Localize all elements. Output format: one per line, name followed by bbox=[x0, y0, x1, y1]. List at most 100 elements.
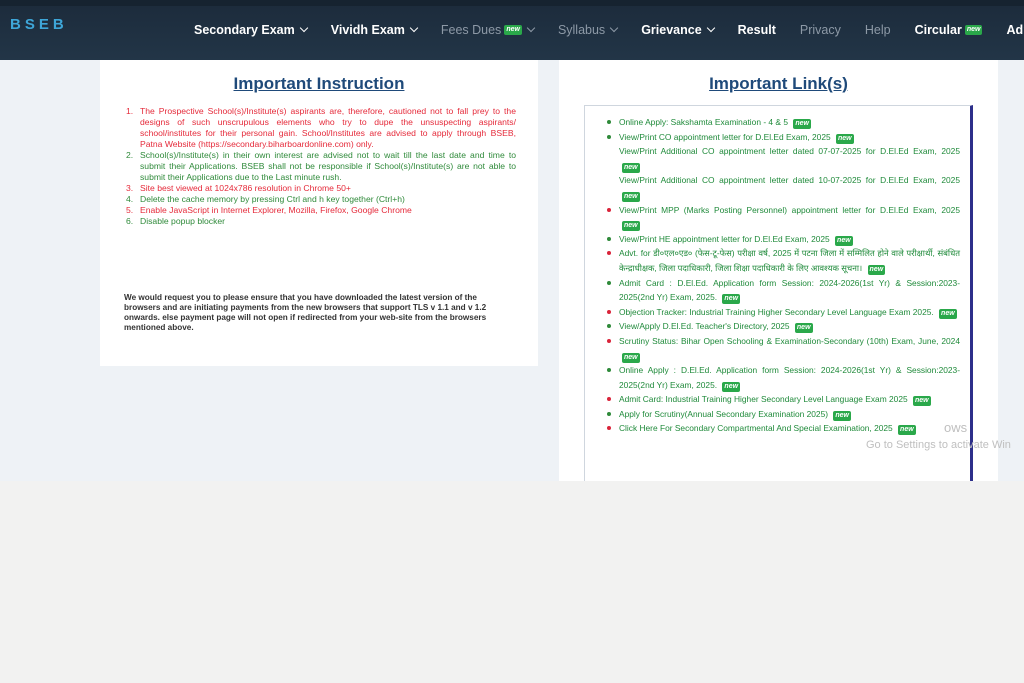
new-badge-icon: new bbox=[622, 191, 640, 202]
nav-item-label: Secondary Exam bbox=[194, 23, 295, 37]
bullet-icon bbox=[607, 368, 611, 373]
important-link-item[interactable]: Admit Card : D.El.Ed. Application form S… bbox=[585, 276, 968, 305]
nav-item-secondary-exam[interactable]: Secondary Exam bbox=[194, 23, 308, 37]
links-list: Online Apply: Sakshamta Examination - 4 … bbox=[585, 115, 968, 436]
bullet-icon bbox=[607, 280, 611, 285]
nav-item-label: Result bbox=[737, 23, 776, 37]
instructions-title: Important Instruction bbox=[233, 74, 405, 93]
new-badge-icon: new bbox=[835, 235, 853, 246]
new-badge-icon: new bbox=[964, 25, 983, 35]
nav-item-admin[interactable]: Admin bbox=[1006, 23, 1024, 37]
important-link-text[interactable]: View/Print HE appointment letter for D.E… bbox=[619, 234, 830, 244]
bullet-icon bbox=[607, 324, 611, 329]
important-link-text[interactable]: Apply for Scrutiny(Annual Secondary Exam… bbox=[619, 409, 828, 419]
important-link-item[interactable]: View/Apply D.El.Ed. Teacher's Directory,… bbox=[585, 319, 968, 334]
important-link-text[interactable]: Scrutiny Status: Bihar Open Schooling & … bbox=[619, 336, 960, 346]
instruction-text: Delete the cache memory by pressing Ctrl… bbox=[140, 194, 405, 204]
nav-item-syllabus[interactable]: Syllabus bbox=[557, 23, 619, 37]
bullet-icon bbox=[607, 120, 611, 124]
new-badge-icon: new bbox=[504, 25, 522, 35]
new-badge-icon: new bbox=[835, 133, 854, 144]
instruction-number: 5. bbox=[126, 205, 134, 215]
important-link-item[interactable]: Click Here For Secondary Compartmental A… bbox=[585, 421, 968, 436]
links-panel: Important Link(s) Online Apply: Sakshamt… bbox=[559, 60, 998, 481]
links-title: Important Link(s) bbox=[709, 74, 848, 93]
new-badge-icon: new bbox=[722, 294, 741, 305]
nav-item-label: Circular bbox=[914, 23, 962, 37]
bullet-icon bbox=[607, 134, 611, 139]
important-link-item[interactable]: View/Print HE appointment letter for D.E… bbox=[585, 232, 968, 247]
important-link-item[interactable]: Online Apply: Sakshamta Examination - 4 … bbox=[585, 115, 968, 130]
important-link-item[interactable]: Advt. for डी०एल०एड० (फेस-टू-फेस) परीक्षा… bbox=[585, 246, 968, 275]
important-link-text[interactable]: Advt. for डी०एल०एड० (फेस-टू-फेस) परीक्षा… bbox=[619, 248, 960, 273]
nav-item-grievance[interactable]: Grievance bbox=[641, 23, 715, 37]
important-link-text[interactable]: View/Print MPP (Marks Posting Personnel)… bbox=[619, 205, 960, 215]
main-menu: Secondary Exam Vividh Exam Fees Dues new Syl… bbox=[194, 22, 1024, 38]
important-link-item[interactable]: Scrutiny Status: Bihar Open Schooling & … bbox=[585, 334, 968, 363]
activate-windows-hint: Go to Settings to activate Win bbox=[866, 439, 1011, 451]
instruction-text: The Prospective School(s)/Institute(s) a… bbox=[140, 106, 516, 149]
instruction-number: 4. bbox=[126, 194, 134, 204]
important-link-item[interactable]: View/Print Additional CO appointment let… bbox=[585, 173, 968, 202]
important-link-text[interactable]: View/Apply D.El.Ed. Teacher's Directory,… bbox=[619, 321, 790, 331]
nav-item-circular[interactable]: Circular new bbox=[915, 23, 983, 37]
nav-item-vividh-exam[interactable]: Vividh Exam bbox=[330, 23, 419, 37]
new-badge-icon: new bbox=[867, 264, 886, 275]
site-logo[interactable]: BSEB bbox=[10, 16, 68, 33]
instruction-number: 2. bbox=[126, 150, 134, 160]
nav-item-label: Syllabus bbox=[557, 23, 606, 37]
nav-item-label: Help bbox=[864, 23, 891, 37]
instruction-item: 5. Enable JavaScript in Internet Explorer… bbox=[124, 205, 516, 216]
new-badge-icon: new bbox=[722, 381, 741, 392]
instruction-text: Enable JavaScript in Internet Explorer, … bbox=[140, 205, 412, 215]
instruction-item: 3. Site best viewed at 1024x786 resolutio… bbox=[124, 183, 516, 194]
instruction-item: 2. School(s)/Institute(s) in their own in… bbox=[124, 150, 516, 183]
important-link-text[interactable]: Admit Card: Industrial Training Higher S… bbox=[619, 394, 908, 404]
bullet-icon bbox=[607, 236, 611, 241]
important-link-text[interactable]: View/Print CO appointment letter for D.E… bbox=[619, 132, 831, 142]
nav-item-fees-dues[interactable]: Fees Dues new bbox=[440, 23, 536, 37]
new-badge-icon: new bbox=[794, 323, 813, 334]
chevron-down-icon bbox=[409, 23, 419, 33]
important-link-text[interactable]: Online Apply: Sakshamta Examination - 4 … bbox=[619, 117, 788, 127]
important-link-item[interactable]: Objection Tracker: Industrial Training H… bbox=[585, 305, 968, 320]
bullet-icon bbox=[607, 309, 611, 314]
instructions-list: 1. The Prospective School(s)/Institute(s)… bbox=[124, 106, 516, 227]
important-link-text[interactable]: View/Print Additional CO appointment let… bbox=[619, 146, 960, 156]
new-badge-icon: new bbox=[622, 221, 640, 232]
browser-notice: We would request you to please ensure th… bbox=[124, 293, 487, 332]
important-link-item[interactable]: View/Print Additional CO appointment let… bbox=[585, 144, 968, 173]
chevron-down-icon bbox=[526, 23, 536, 33]
important-link-text[interactable]: Online Apply : D.El.Ed. Application form… bbox=[619, 365, 960, 390]
important-link-item[interactable]: View/Print CO appointment letter for D.E… bbox=[585, 130, 968, 145]
instruction-text: School(s)/Institute(s) in their own inte… bbox=[140, 150, 516, 182]
instruction-text: Site best viewed at 1024x786 resolution … bbox=[140, 183, 351, 193]
important-link-text[interactable]: Admit Card : D.El.Ed. Application form S… bbox=[619, 278, 960, 303]
instruction-item: 4. Delete the cache memory by pressing Ct… bbox=[124, 194, 516, 205]
bullet-icon bbox=[607, 251, 611, 256]
bullet-icon bbox=[607, 207, 611, 212]
instructions-panel: Important Instruction 1. The Prospective … bbox=[100, 60, 538, 366]
important-link-text[interactable]: Click Here For Secondary Compartmental A… bbox=[619, 423, 893, 433]
new-badge-icon: new bbox=[622, 352, 640, 363]
nav-item-label: Vividh Exam bbox=[330, 23, 405, 37]
new-badge-icon: new bbox=[793, 119, 811, 129]
nav-item-help[interactable]: Help bbox=[865, 23, 891, 37]
bullet-icon bbox=[607, 411, 611, 416]
main-content: Important Instruction 1. The Prospective … bbox=[0, 60, 1024, 481]
new-badge-icon: new bbox=[622, 162, 640, 173]
important-link-item[interactable]: Apply for Scrutiny(Annual Secondary Exam… bbox=[585, 407, 968, 422]
instruction-number: 6. bbox=[126, 216, 134, 226]
important-link-item[interactable]: Admit Card: Industrial Training Higher S… bbox=[585, 392, 968, 407]
bullet-icon bbox=[607, 397, 611, 402]
nav-item-privacy[interactable]: Privacy bbox=[800, 23, 841, 37]
nav-top-strip bbox=[0, 0, 1024, 6]
nav-item-label: Fees Dues bbox=[440, 23, 502, 37]
links-scroll-box[interactable]: Online Apply: Sakshamta Examination - 4 … bbox=[584, 105, 973, 481]
important-link-item[interactable]: View/Print MPP (Marks Posting Personnel)… bbox=[585, 203, 968, 232]
nav-item-result[interactable]: Result bbox=[738, 23, 776, 37]
important-link-item[interactable]: Online Apply : D.El.Ed. Application form… bbox=[585, 363, 968, 392]
important-link-text[interactable]: Objection Tracker: Industrial Training H… bbox=[619, 307, 934, 317]
important-link-text[interactable]: View/Print Additional CO appointment let… bbox=[619, 175, 960, 185]
instruction-item: 1. The Prospective School(s)/Institute(s)… bbox=[124, 106, 516, 150]
